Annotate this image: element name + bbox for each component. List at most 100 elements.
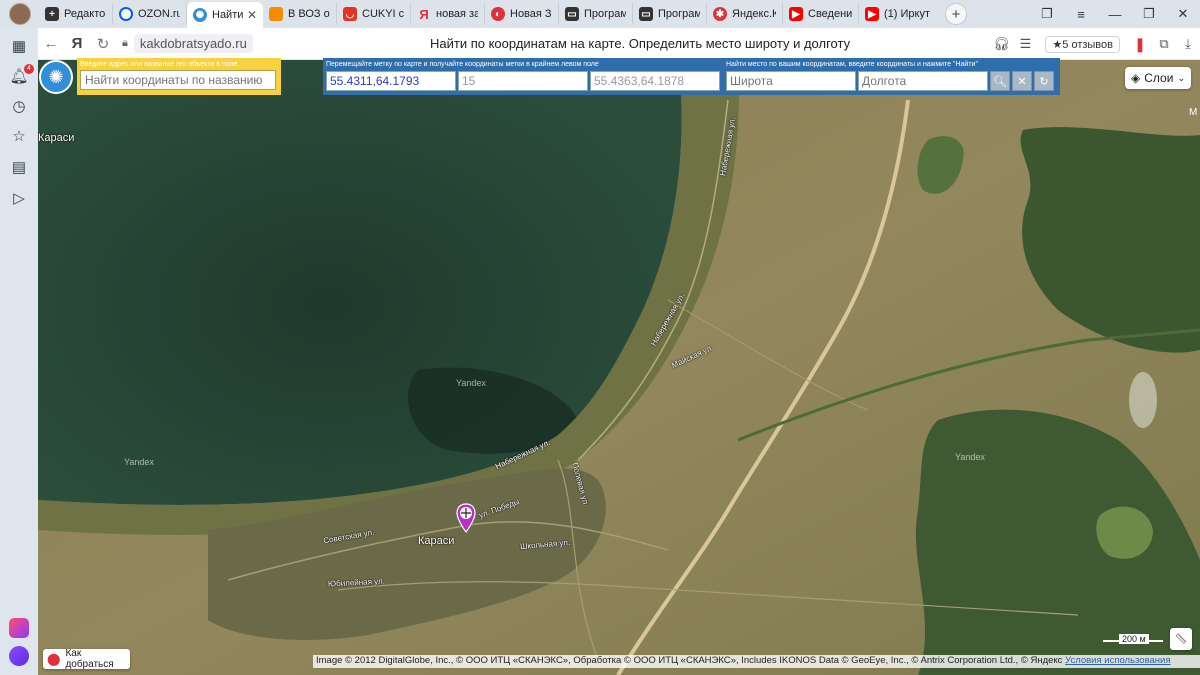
tab-yandex-kassa[interactable]: ✱ Яндекс.К [707,3,783,25]
alice-assistant-icon[interactable] [9,646,29,666]
browser-window: + Редактор OZON.ru ✺ Найти ✕ В ВОЗ об ◡ … [0,0,1200,675]
layers-button[interactable]: ◈ Слои ⌄ [1125,67,1191,89]
headphones-icon[interactable]: 🎧︎ [989,36,1013,52]
search-icon[interactable]: 🔍︎ [990,71,1010,91]
satellite-imagery[interactable] [38,60,1200,675]
reload-icon[interactable]: ↻ [90,35,116,53]
tv-icon: ▭ [639,7,653,21]
scale-label: 200 м [1119,634,1149,644]
zoom-field[interactable] [458,71,588,91]
bookmark-icon[interactable]: ❚ [1128,36,1152,53]
ozon-icon [119,7,133,21]
ribbon-icon [269,7,283,21]
tab-voz[interactable]: В ВОЗ об [263,3,337,25]
services-grid-icon[interactable]: ▦ [9,36,29,56]
ruler-icon[interactable]: 📏︎ [1170,628,1192,650]
marker-coords-field[interactable] [326,71,456,91]
tab-program-1[interactable]: ▭ Програм [559,3,633,25]
window-controls: ❐ ≡ — ❐ ✕ [1030,0,1200,28]
tab-zen[interactable]: ◐ Новая За [485,3,559,25]
tab-ozon[interactable]: OZON.ru [113,3,187,25]
yandex-music-icon[interactable] [9,618,29,638]
plus-square-icon: + [45,7,59,21]
profile-avatar[interactable] [9,3,31,25]
download-icon[interactable]: ⤓ [1176,36,1200,52]
url-field[interactable]: 🔒︎ kakdobratsyado.ru [122,34,253,53]
map-copyright: Image © 2012 DigitalGlobe, Inc., © ООО И… [313,655,1200,668]
satellite-map[interactable]: Караси Набережная ул. Набережная ул. Май… [38,60,1200,675]
tab-youtube-1[interactable]: ▶ Сведени [783,3,859,25]
youtube-icon: ▶ [865,7,879,21]
tab-aliexpress[interactable]: ◡ CUKYI су [337,3,411,25]
lake-label: Караси [38,132,75,144]
copyright-text: Image © 2012 DigitalGlobe, Inc., © ООО И… [316,655,1063,666]
terms-link[interactable]: Условия использования [1065,655,1170,666]
map-marker-icon: ⬤ [47,652,61,666]
minimize-icon[interactable]: — [1098,7,1132,22]
find-hint: Найти место по вашим координатам, введит… [726,61,978,68]
green-clearing [1096,506,1153,559]
tab-youtube-2[interactable]: ▶ (1) Иркут [859,3,939,25]
lock-icon[interactable]: 🔒︎ [122,37,128,50]
kakdobratsyado-icon: ✺ [193,8,207,22]
new-tab-button[interactable]: + [945,3,967,25]
restore-icon[interactable]: ❐ [1132,6,1166,22]
tab-program-2[interactable]: ▭ Програм [633,3,707,25]
reader-mode-icon[interactable]: ☰ [1013,36,1037,52]
notification-badge: 4 [24,64,34,74]
find-by-coords-panel: Найти место по вашим координатам, введит… [723,58,1060,95]
yandex-zen-icon: ◐ [491,7,505,21]
extensions-icon[interactable]: ⧉ [1152,36,1176,52]
site-reviews-badge[interactable]: ★5 отзывов [1045,35,1120,53]
search-by-name-panel: Введите адрес или название гео объекта в… [77,58,281,95]
yandex-watermark: Yandex [124,457,154,467]
reader-icon[interactable]: ▤ [9,157,29,177]
close-icon[interactable]: ✕ [1166,6,1200,22]
aliexpress-icon: ◡ [343,7,357,21]
tab-strip: + Редактор OZON.ru ✺ Найти ✕ В ВОЗ об ◡ … [39,0,967,28]
chevron-down-icon: ⌄ [1177,72,1185,83]
longitude-input[interactable] [858,71,988,91]
tab-kakdobratsyado[interactable]: ✺ Найти ✕ [187,2,263,28]
collections-icon[interactable]: ❐ [1030,6,1064,22]
site-logo-icon[interactable]: ✺ [39,60,73,94]
address-bar-actions: 🎧︎ ☰ ★5 отзывов ❚ ⧉ ⤓ [989,28,1200,60]
coords-hint: Перемещайте метку по карте и получайте к… [326,61,599,68]
yandex-home-icon[interactable]: Я [64,35,90,52]
tab-editor[interactable]: + Редактор [39,3,113,25]
search-by-name-input[interactable] [80,70,276,90]
clear-icon[interactable]: ✕ [1012,71,1032,91]
yandex-watermark: Yandex [955,452,985,462]
back-arrow-icon[interactable]: ← [38,35,64,52]
tab-yandex-new[interactable]: Я новая за [411,3,485,25]
location-pin-icon[interactable] [456,503,476,533]
layers-icon: ◈ [1131,71,1141,85]
youtube-icon: ▶ [789,7,803,21]
marker-coords-panel: Перемещайте метку по карте и получайте к… [323,58,723,95]
m-label: М [1189,107,1198,118]
tv-icon: ▭ [565,7,579,21]
address-bar: ← Я ↻ 🔒︎ kakdobratsyado.ru Найти по коор… [38,28,1200,60]
center-coords-field[interactable] [590,71,720,91]
bookmarks-star-icon[interactable]: ☆ [9,126,29,146]
url-text[interactable]: kakdobratsyado.ru [133,34,253,53]
tab-bar: + Редактор OZON.ru ✺ Найти ✕ В ВОЗ об ◡ … [0,0,1200,28]
search-hint: Введите адрес или название гео объекта в… [80,61,238,68]
cloud [1129,372,1157,428]
menu-icon[interactable]: ≡ [1064,7,1098,22]
play-icon[interactable]: ▷ [9,188,29,208]
yandex-watermark: Yandex [456,378,486,388]
page-title: Найти по координатам на карте. Определит… [430,36,851,51]
layers-label: Слои [1144,71,1174,85]
route-label: Как добраться [65,648,114,670]
map-scale: 200 м [1103,634,1163,646]
browser-sidebar: ▦ 🔔︎ 4 ◷ ☆ ▤ ▷ [0,28,38,675]
latitude-input[interactable] [726,71,856,91]
yandex-kassa-icon: ✱ [713,7,727,21]
history-clock-icon[interactable]: ◷ [9,96,29,116]
refresh-icon[interactable]: ↻ [1034,71,1054,91]
route-button[interactable]: ⬤ Как добраться [43,648,130,670]
close-tab-icon[interactable]: ✕ [247,8,257,22]
yandex-icon: Я [419,6,429,22]
village-label: Караси [418,535,455,547]
